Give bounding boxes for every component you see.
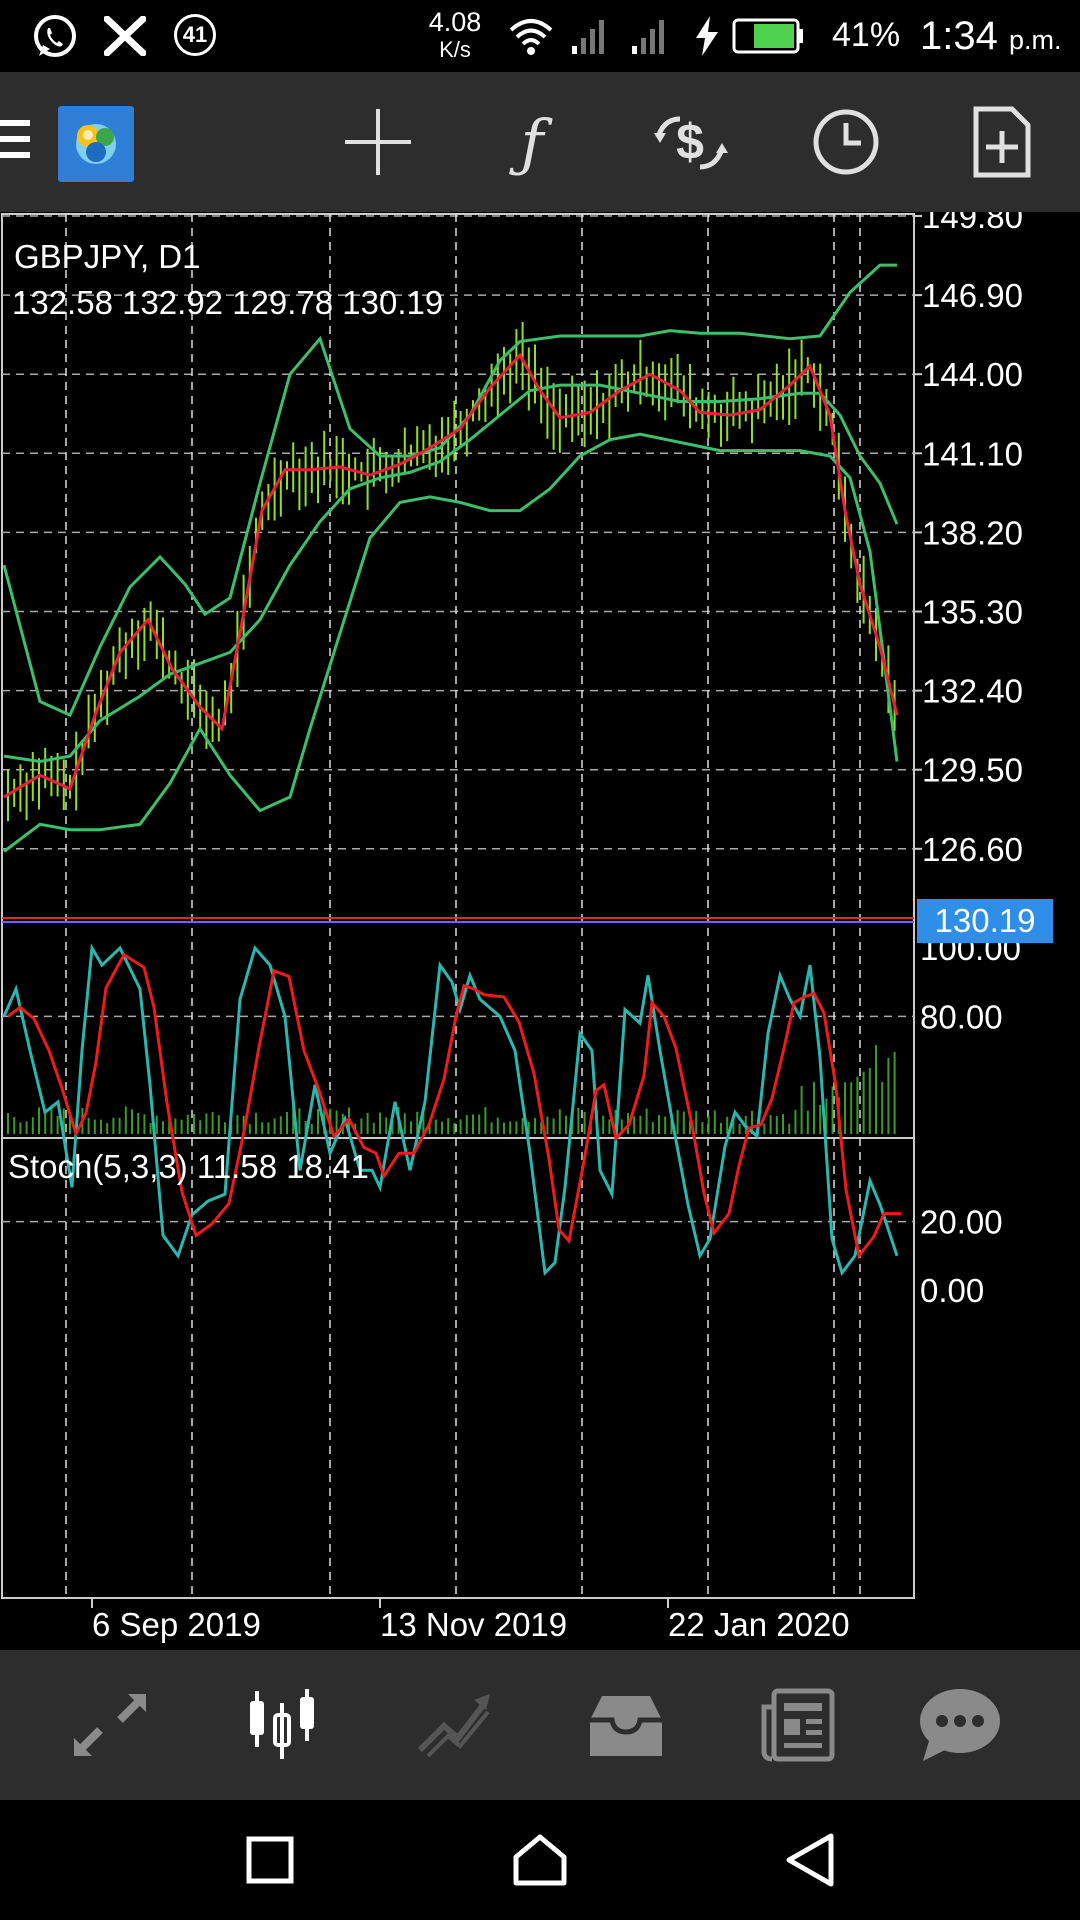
quotes-icon (74, 1694, 146, 1756)
clock-icon (813, 109, 879, 175)
clock-time: 1:34 (920, 14, 998, 58)
new-document-icon (973, 106, 1031, 178)
stoch-axis-label: 0.00 (920, 1272, 984, 1309)
trade-icon (417, 1694, 490, 1758)
trade-dollar-icon: $ (654, 114, 728, 170)
bottom-navigation (0, 1650, 1080, 1800)
bollinger-bands (2, 263, 899, 853)
time-axis-label: 22 Jan 2020 (668, 1606, 850, 1643)
price-axis-label: 135.30 (922, 594, 1023, 631)
price-axis-label: 129.50 (922, 752, 1023, 789)
network-speed: 4.08 K/s (420, 8, 490, 64)
battery-icon (732, 18, 803, 54)
nav-news[interactable] (748, 1680, 848, 1770)
clock-ampm: p.m. (1008, 25, 1062, 55)
nav-history[interactable] (576, 1680, 676, 1770)
symbol-label: GBPJPY, D1 (14, 238, 201, 275)
crosshair-icon (345, 109, 411, 175)
chart-toolbar: ƒ $ (0, 72, 1080, 212)
price-axis: 149.80 146.90 144.00 141.10 138.20 135.30 132.… (914, 212, 1023, 868)
back-button[interactable] (780, 1830, 840, 1890)
time-axis: 6 Sep 2019 13 Nov 2019 22 Jan 2020 (91, 1598, 850, 1643)
stochastic-main-line (2, 943, 899, 1277)
nav-trade[interactable] (404, 1680, 504, 1770)
menu-icon[interactable] (0, 120, 30, 166)
nav-quotes[interactable] (60, 1680, 160, 1770)
ohlc-label: 132.58 132.92 129.78 130.19 (12, 284, 444, 321)
x-app-icon (104, 16, 146, 56)
stoch-axis-label: 20.00 (920, 1204, 1003, 1241)
time-axis-label: 13 Nov 2019 (380, 1606, 567, 1643)
app-logo[interactable] (58, 106, 134, 182)
chart-icon (250, 1689, 314, 1759)
charging-icon (696, 16, 718, 56)
home-button[interactable] (510, 1830, 570, 1890)
nav-chart[interactable] (232, 1680, 332, 1770)
indicators-button[interactable]: ƒ (492, 102, 572, 182)
back-icon (786, 1833, 834, 1887)
price-axis-label: 149.80 (922, 212, 1023, 235)
price-axis-label: 126.60 (922, 831, 1023, 868)
recent-apps-button[interactable] (240, 1830, 300, 1890)
trade-button[interactable]: $ (650, 102, 730, 182)
metatrader-logo-icon (76, 124, 116, 164)
middle-band-line (3, 383, 899, 764)
history-icon (590, 1696, 662, 1756)
new-order-button[interactable] (962, 102, 1042, 182)
crosshair-button[interactable] (338, 102, 418, 182)
wifi-icon (509, 19, 553, 55)
whatsapp-icon (34, 15, 76, 57)
network-speed-value: 4.08 (428, 7, 482, 37)
time-axis-label: 6 Sep 2019 (92, 1606, 261, 1643)
price-axis-label: 138.20 (922, 514, 1023, 551)
news-icon (761, 1688, 835, 1762)
price-axis-label: 144.00 (922, 356, 1023, 393)
chart-frame (1, 213, 915, 1599)
notification-count-badge: 41 (174, 14, 216, 56)
home-icon (513, 1834, 567, 1886)
svg-text:$: $ (676, 114, 704, 170)
price-axis-label: 141.10 (922, 435, 1023, 472)
price-axis-label: 146.90 (922, 277, 1023, 314)
stoch-axis-label: 80.00 (920, 998, 1003, 1035)
moving-average (3, 352, 899, 799)
current-price-tag: 130.19 (917, 899, 1053, 943)
stochastic-lines (2, 943, 901, 1277)
signal-icon-1 (572, 20, 604, 54)
nav-chat[interactable] (910, 1680, 1010, 1770)
stochastic-label: Stoch(5,3,3) 11.58 18.41 (8, 1148, 369, 1185)
moving-average-line (3, 352, 899, 799)
function-icon: ƒ (520, 105, 544, 179)
signal-icon-2 (632, 20, 664, 54)
stochastic-axis: 100.0080.0020.000.00 (920, 930, 1021, 1309)
chart-area[interactable]: 149.80 146.90 144.00 141.10 138.20 135.30 132.… (0, 212, 1080, 1650)
timeframe-button[interactable] (806, 102, 886, 182)
chat-icon (920, 1689, 1000, 1761)
clock: 1:34 p.m. (920, 14, 1062, 59)
network-speed-unit: K/s (439, 37, 471, 62)
status-bar: 41 4.08 K/s 41% 1:34 p.m. (0, 0, 1080, 72)
price-axis-label: 132.40 (922, 673, 1023, 710)
grid (2, 214, 914, 1598)
recent-apps-icon (246, 1836, 294, 1884)
system-navigation (0, 1800, 1080, 1920)
candles (7, 321, 896, 822)
battery-percent: 41% (832, 16, 901, 54)
